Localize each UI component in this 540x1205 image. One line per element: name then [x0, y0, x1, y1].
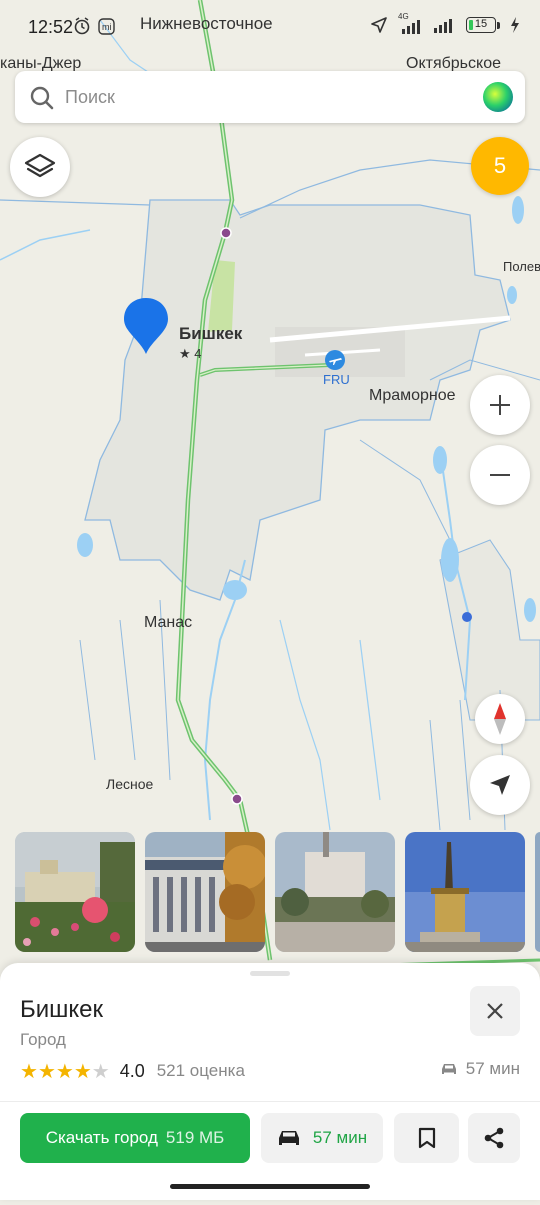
location-pin-icon[interactable]: [122, 296, 170, 356]
battery-icon: 15: [466, 17, 500, 33]
download-size: 519 МБ: [165, 1128, 225, 1147]
close-icon: [487, 1003, 503, 1019]
share-button[interactable]: [468, 1113, 520, 1163]
star-icon: ★: [37, 1060, 56, 1083]
download-label: Скачать город: [45, 1128, 158, 1147]
zoom-out-button[interactable]: [470, 445, 530, 505]
place-type: Город: [20, 1030, 66, 1049]
bookmark-icon: [418, 1127, 435, 1149]
layers-icon: [24, 153, 56, 178]
car-icon: [441, 1064, 456, 1074]
place-card[interactable]: Бишкек Город ★★★★★ 4.0 521 оценка 57 мин…: [0, 963, 540, 1200]
layers-button[interactable]: [10, 137, 70, 197]
airport-icon[interactable]: [324, 349, 346, 371]
signal-4g-icon: 4G: [398, 12, 424, 34]
bookmark-button[interactable]: [394, 1113, 459, 1163]
car-icon: [278, 1131, 299, 1145]
search-bar[interactable]: Поиск: [15, 71, 525, 123]
status-right-icons: 4G 15: [370, 12, 520, 34]
star-icon: ★: [73, 1060, 92, 1083]
home-indicator[interactable]: [170, 1184, 370, 1189]
compass-button[interactable]: [475, 694, 525, 744]
download-city-button[interactable]: Скачать город 519 МБ: [20, 1113, 250, 1163]
my-location-button[interactable]: [470, 755, 530, 815]
rating-row[interactable]: ★★★★★ 4.0 521 оценка: [20, 1059, 245, 1083]
photo-next-partial[interactable]: [535, 832, 540, 952]
star-empty-icon: ★: [91, 1060, 110, 1083]
map-label-airport-code: FRU: [323, 372, 350, 387]
map-label-bishkek[interactable]: Бишкек: [179, 324, 242, 344]
star-icon: ★: [20, 1060, 38, 1083]
map-label-lesnoe: Лесное: [106, 776, 154, 792]
rating-value: 4.0: [119, 1060, 145, 1081]
status-bar: 12:52 mi 4G 15: [0, 0, 540, 54]
battery-level: 15: [474, 18, 488, 30]
signal-icon: [434, 18, 452, 33]
route-button[interactable]: 57 мин: [261, 1113, 383, 1163]
share-icon: [484, 1127, 504, 1149]
place-title: Бишкек: [20, 996, 104, 1023]
navigation-arrow-icon: [490, 775, 510, 795]
alice-orb-icon[interactable]: [483, 82, 513, 112]
rating-count: 521 оценка: [156, 1061, 245, 1080]
photo-philharmonic[interactable]: [275, 832, 395, 952]
zoom-in-button[interactable]: [470, 375, 530, 435]
photos-carousel[interactable]: [0, 832, 540, 954]
search-icon: [30, 86, 54, 110]
drive-time: 57 мин: [440, 1059, 520, 1079]
route-time: 57 мин: [312, 1128, 368, 1147]
search-input[interactable]: Поиск: [65, 87, 115, 108]
charging-icon: [511, 17, 519, 33]
rating-stars: ★★★★★: [20, 1059, 110, 1084]
sheet-handle[interactable]: [250, 971, 290, 976]
status-time: 12:52: [28, 17, 74, 37]
map-label-manas: Манас: [144, 614, 193, 631]
svg-text:mi: mi: [102, 22, 112, 32]
map-label-mramornoe: Мраморное: [369, 387, 456, 404]
divider: [0, 1101, 540, 1102]
compass-icon: [494, 703, 506, 735]
photo-university-building[interactable]: [145, 832, 265, 952]
place-actions: Скачать город 519 МБ 57 мин: [20, 1113, 520, 1163]
photo-station-garden[interactable]: [15, 832, 135, 952]
minus-icon: [490, 474, 510, 476]
location-arrow-icon: [371, 17, 387, 33]
alarm-icon: mi: [74, 17, 115, 35]
map-label-bishkek-rating: ★ 4: [179, 346, 202, 361]
photo-monument-tower[interactable]: [405, 832, 525, 952]
close-button[interactable]: [470, 986, 520, 1036]
plus-icon: [490, 395, 510, 415]
status-left-icons: mi: [74, 16, 118, 41]
events-count-button[interactable]: 5: [471, 137, 529, 195]
drive-time-text: 57 мин: [465, 1059, 520, 1078]
star-icon: ★: [55, 1060, 74, 1083]
map-label-polev: Полев: [503, 259, 540, 274]
